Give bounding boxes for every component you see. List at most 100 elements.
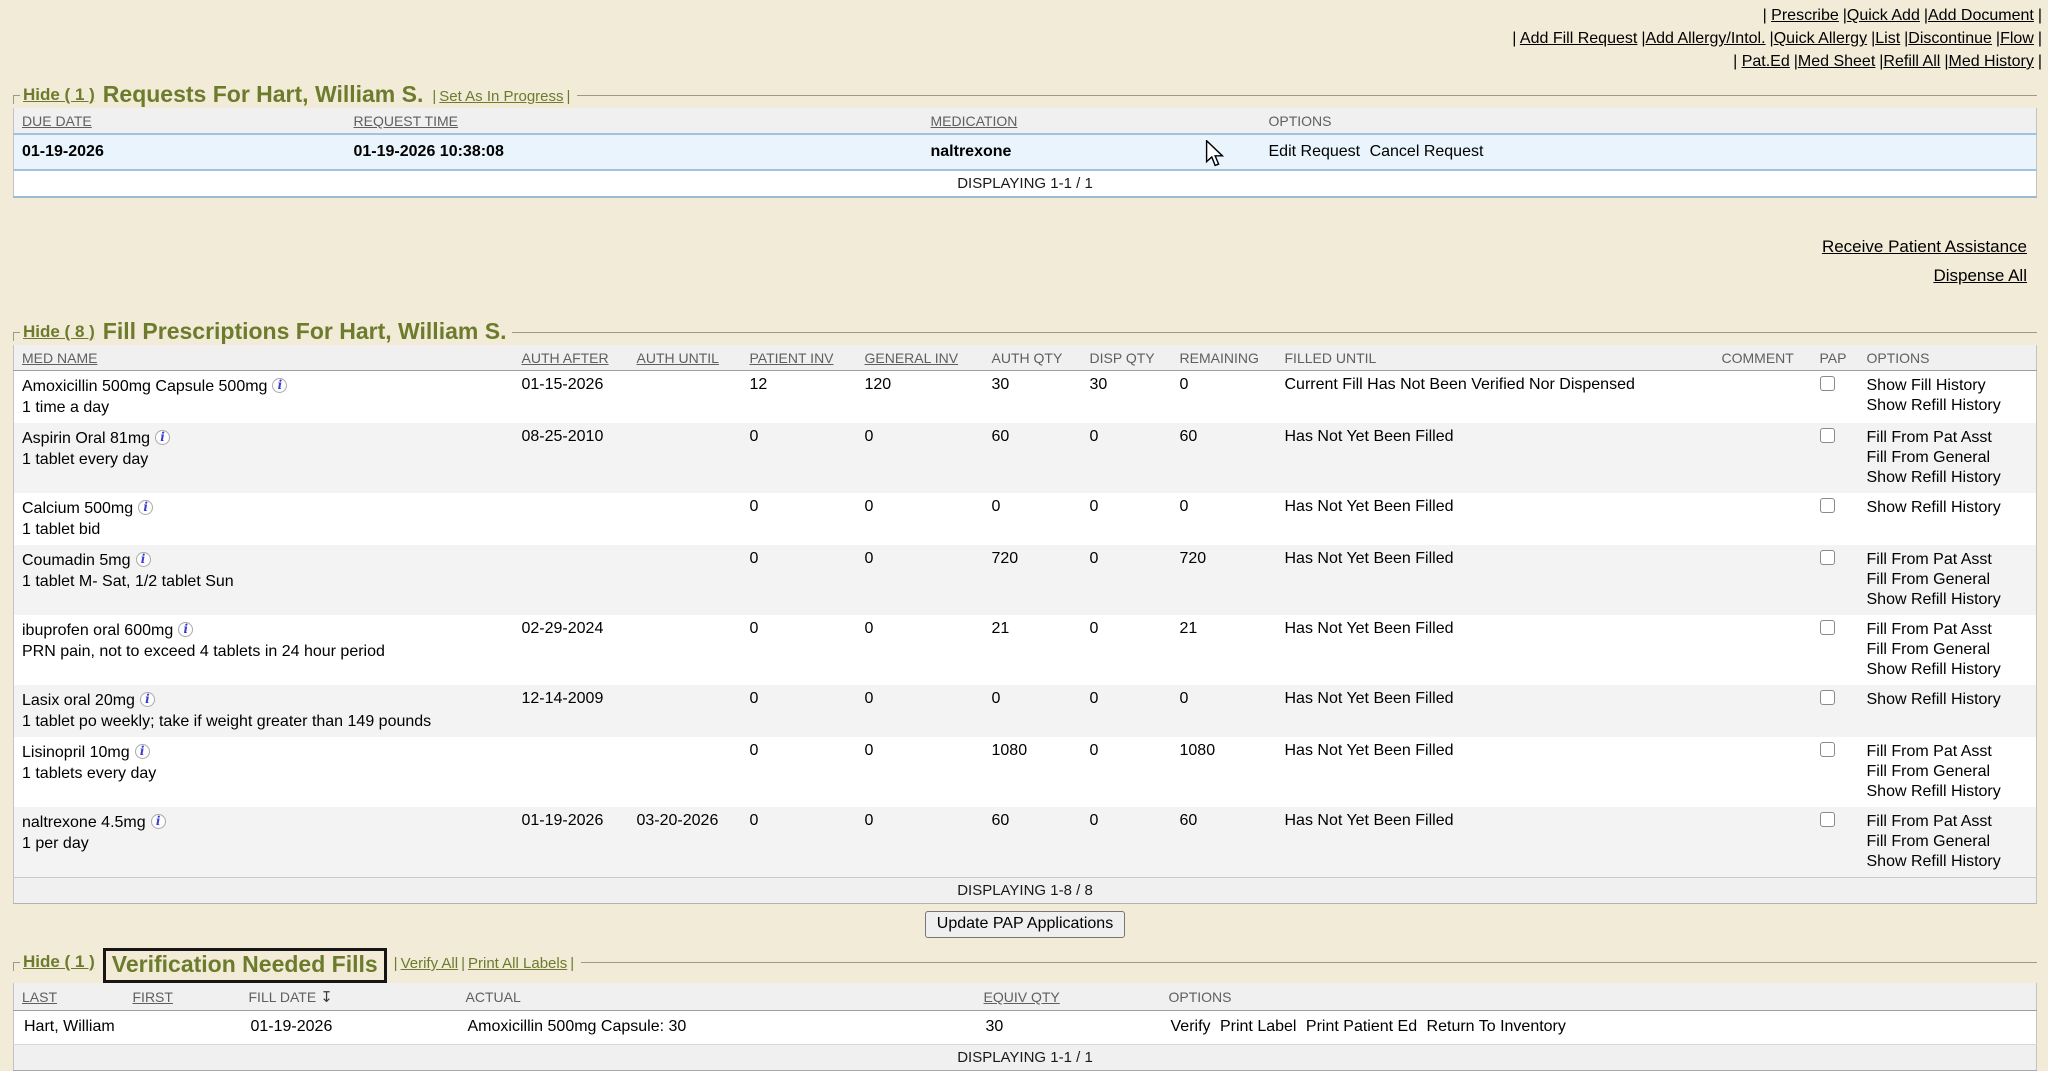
column-header-med-name[interactable]: MED NAME: [14, 345, 514, 371]
pap-checkbox[interactable]: [1820, 742, 1835, 757]
column-header-general-inv[interactable]: GENERAL INV: [857, 345, 984, 371]
cancel-request-link[interactable]: Cancel Request: [1370, 143, 1484, 160]
info-icon[interactable]: i: [151, 814, 166, 829]
requests-displaying-text: DISPLAYING 1-1 / 1: [14, 170, 2037, 197]
column-header-filled-until: FILLED UNTIL: [1277, 345, 1714, 371]
med-name-text: Lisinopril 10mg: [22, 744, 130, 761]
receive-patient-assistance-link[interactable]: Receive Patient Assistance: [13, 232, 2027, 261]
nav-link-prescribe[interactable]: Prescribe: [1771, 7, 1847, 24]
print-patient-ed-link[interactable]: Print Patient Ed: [1306, 1018, 1417, 1035]
auth-until-cell: [629, 545, 742, 615]
disp-qty-cell: 0: [1082, 615, 1172, 685]
nav-link-discontinue[interactable]: Discontinue: [1908, 30, 2000, 47]
option-link[interactable]: Fill From Pat Asst: [1867, 620, 2029, 640]
column-header-auth-until[interactable]: AUTH UNTIL: [629, 345, 742, 371]
option-link[interactable]: Show Refill History: [1867, 660, 2029, 680]
general-inv-cell: 0: [857, 685, 984, 737]
return-to-inventory-link[interactable]: Return To Inventory: [1427, 1018, 1566, 1035]
set-as-in-progress-link[interactable]: Set As In Progress: [439, 88, 563, 105]
option-link[interactable]: Show Refill History: [1867, 782, 2029, 802]
fill-date-sort-link[interactable]: FILL DATE: [249, 989, 317, 1005]
pap-checkbox[interactable]: [1820, 498, 1835, 513]
column-header-patient-inv[interactable]: PATIENT INV: [742, 345, 857, 371]
info-icon[interactable]: i: [135, 744, 150, 759]
edit-request-link[interactable]: Edit Request: [1269, 143, 1361, 160]
nav-link-add-document[interactable]: Add Document: [1928, 7, 2042, 24]
option-link[interactable]: Fill From General: [1867, 448, 2029, 468]
option-link[interactable]: Show Refill History: [1867, 590, 2029, 610]
column-header-due-date[interactable]: DUE DATE: [14, 108, 346, 134]
option-link[interactable]: Fill From General: [1867, 762, 2029, 782]
option-link[interactable]: Fill From Pat Asst: [1867, 742, 2029, 762]
nav-link-med-history[interactable]: Med History: [1948, 53, 2042, 70]
disp-qty-cell: 30: [1082, 371, 1172, 424]
option-link[interactable]: Fill From Pat Asst: [1867, 550, 2029, 570]
fieldset-rule: [577, 95, 2037, 105]
verification-hide-toggle[interactable]: Hide ( 1 ): [23, 952, 95, 972]
sig-text: 1 tablet po weekly; take if weight great…: [22, 711, 506, 732]
general-inv-cell: 0: [857, 545, 984, 615]
verify-all-link[interactable]: Verify All: [401, 955, 459, 972]
comment-cell: [1714, 371, 1812, 424]
nav-link-pat-ed[interactable]: Pat.Ed: [1742, 53, 1798, 70]
nav-link-add-allergy-intol[interactable]: Add Allergy/Intol.: [1645, 30, 1773, 47]
info-icon[interactable]: i: [272, 378, 287, 393]
pap-checkbox[interactable]: [1820, 376, 1835, 391]
option-link[interactable]: Show Fill History: [1867, 376, 2029, 396]
option-link[interactable]: Show Refill History: [1867, 852, 2029, 872]
comment-cell: [1714, 545, 1812, 615]
info-icon[interactable]: i: [155, 430, 170, 445]
fill-pagination-row: DISPLAYING 1-8 / 8: [14, 878, 2037, 904]
auth-until-cell: [629, 493, 742, 545]
option-link[interactable]: Fill From Pat Asst: [1867, 812, 2029, 832]
nav-link-quick-allergy[interactable]: Quick Allergy: [1774, 30, 1876, 47]
patient-inv-cell: 0: [742, 807, 857, 878]
option-link[interactable]: Fill From Pat Asst: [1867, 428, 2029, 448]
filled-until-cell: Has Not Yet Been Filled: [1277, 545, 1714, 615]
pap-checkbox[interactable]: [1820, 620, 1835, 635]
fill-hide-toggle[interactable]: Hide ( 8 ): [23, 322, 95, 342]
nav-link-flow[interactable]: Flow: [2000, 30, 2042, 47]
column-header-last[interactable]: LAST: [14, 983, 125, 1011]
pap-checkbox[interactable]: [1820, 812, 1835, 827]
verification-table: LAST FIRST FILL DATE↧ ACTUAL EQUIV QTY O…: [13, 983, 2037, 1071]
med-name-cell: Calcium 500mgi 1 tablet bid: [14, 493, 514, 545]
patient-inv-cell: 0: [742, 685, 857, 737]
option-link[interactable]: Show Refill History: [1867, 396, 2029, 416]
disp-qty-cell: 0: [1082, 685, 1172, 737]
option-link[interactable]: Show Refill History: [1867, 468, 2029, 488]
option-link[interactable]: Show Refill History: [1867, 690, 2029, 710]
requests-hide-toggle[interactable]: Hide ( 1 ): [23, 85, 95, 105]
verify-link[interactable]: Verify: [1171, 1018, 1211, 1035]
info-icon[interactable]: i: [138, 500, 153, 515]
option-link[interactable]: Show Refill History: [1867, 498, 2029, 518]
pap-checkbox[interactable]: [1820, 428, 1835, 443]
column-header-medication[interactable]: MEDICATION: [923, 108, 1261, 134]
info-icon[interactable]: i: [136, 552, 151, 567]
option-link[interactable]: Fill From General: [1867, 640, 2029, 660]
pap-checkbox[interactable]: [1820, 550, 1835, 565]
option-link[interactable]: Fill From General: [1867, 570, 2029, 590]
nav-link-list[interactable]: List: [1875, 30, 1908, 47]
update-pap-applications-button[interactable]: Update PAP Applications: [925, 911, 1125, 938]
med-name-cell: naltrexone 4.5mgi 1 per day: [14, 807, 514, 878]
info-icon[interactable]: i: [178, 622, 193, 637]
column-header-auth-after[interactable]: AUTH AFTER: [514, 345, 629, 371]
column-header-equiv-qty[interactable]: EQUIV QTY: [976, 983, 1161, 1011]
pap-checkbox[interactable]: [1820, 690, 1835, 705]
column-header-first[interactable]: FIRST: [125, 983, 241, 1011]
column-header-options: OPTIONS: [1161, 983, 2037, 1011]
column-header-request-time[interactable]: REQUEST TIME: [346, 108, 923, 134]
print-label-link[interactable]: Print Label: [1220, 1018, 1297, 1035]
nav-link-quick-add[interactable]: Quick Add: [1847, 7, 1928, 24]
print-all-labels-link[interactable]: Print All Labels: [468, 955, 567, 972]
info-icon[interactable]: i: [140, 692, 155, 707]
pap-cell: [1812, 493, 1859, 545]
nav-link-refill-all[interactable]: Refill All: [1883, 53, 1948, 70]
nav-link-med-sheet[interactable]: Med Sheet: [1798, 53, 1884, 70]
dispense-all-link[interactable]: Dispense All: [13, 261, 2027, 290]
auth-qty-cell: 60: [984, 423, 1082, 493]
options-cell: Show Fill History Show Refill History: [1859, 371, 2037, 424]
nav-link-add-fill-request[interactable]: Add Fill Request: [1520, 30, 1646, 47]
option-link[interactable]: Fill From General: [1867, 832, 2029, 852]
